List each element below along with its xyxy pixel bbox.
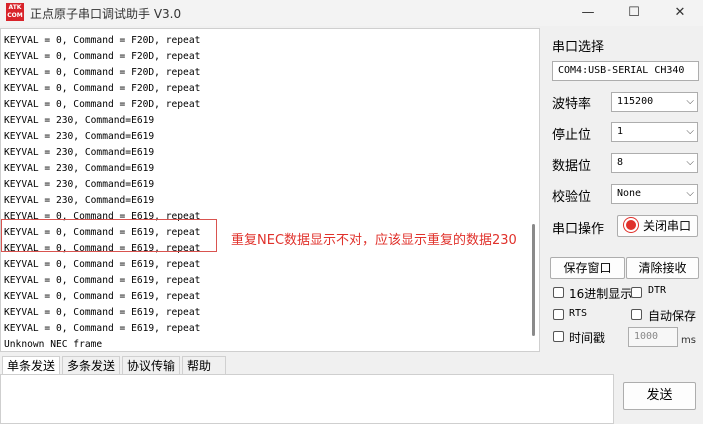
app-logo: ATK COM: [6, 3, 24, 21]
receive-line: KEYVAL = 230, Command=E619: [4, 179, 155, 190]
close-port-label: 关闭串口: [642, 219, 691, 233]
baud-select[interactable]: 115200 ⌵: [611, 92, 698, 112]
auto-save-label: 自动保存: [648, 309, 697, 323]
chevron-down-icon: ⌵: [686, 188, 694, 199]
chevron-down-icon: ⌵: [686, 126, 694, 137]
parity-select[interactable]: None ⌵: [611, 184, 698, 204]
receive-line: KEYVAL = 230, Command=E619: [4, 163, 155, 174]
chevron-down-icon: ⌵: [686, 157, 694, 168]
baud-value: 115200: [617, 96, 654, 107]
receive-area[interactable]: KEYVAL = 0, Command = F20D, repeat KEYVA…: [0, 28, 540, 352]
receive-line: KEYVAL = 0, Command = E619, repeat: [4, 291, 201, 302]
tab-help[interactable]: 帮助: [182, 356, 226, 374]
vertical-scrollbar[interactable]: [532, 224, 535, 336]
receive-line: KEYVAL = 230, Command=E619: [4, 195, 155, 206]
interval-unit: ms: [681, 335, 696, 346]
receive-line: KEYVAL = 0, Command = F20D, repeat: [4, 83, 201, 94]
settings-panel: 串口选择 COM4:USB-SERIAL CH340 波特率 115200 ⌵ …: [544, 28, 703, 424]
annotation-text: 重复NEC数据显示不对，应该显示重复的数据230: [231, 233, 517, 248]
timestamp-label: 时间戳: [569, 331, 606, 345]
minimize-button[interactable]: —: [565, 0, 611, 26]
receive-line: KEYVAL = 0, Command = E619, repeat: [4, 275, 201, 286]
receive-line: Unknown NEC frame: [4, 339, 103, 350]
dtr-label: DTR: [648, 285, 667, 296]
receive-lines: KEYVAL = 0, Command = F20D, repeat KEYVA…: [4, 33, 201, 351]
receive-line: KEYVAL = 230, Command=E619: [4, 131, 155, 142]
receive-line: KEYVAL = 0, Command = F20D, repeat: [4, 35, 201, 46]
close-port-button[interactable]: 关闭串口: [617, 215, 698, 237]
hex-display-label: 16进制显示: [569, 287, 633, 301]
tab-multi-send[interactable]: 多条发送: [62, 356, 120, 374]
port-select[interactable]: COM4:USB-SERIAL CH340: [552, 61, 699, 81]
tab-protocol[interactable]: 协议传输: [122, 356, 180, 374]
title-bar: ATK COM 正点原子串口调试助手 V3.0 — ☐ ✕: [0, 0, 703, 26]
stop-bits-value: 1: [617, 126, 624, 137]
receive-line: KEYVAL = 0, Command = F20D, repeat: [4, 51, 201, 62]
annotation-box: [1, 219, 217, 252]
receive-line: KEYVAL = 0, Command = E619, repeat: [4, 323, 201, 334]
maximize-button[interactable]: ☐: [611, 0, 657, 26]
stop-bits-select[interactable]: 1 ⌵: [611, 122, 698, 142]
stop-bits-label: 停止位: [552, 128, 592, 143]
clear-receive-button[interactable]: 清除接收: [626, 257, 699, 279]
rts-label: RTS: [569, 308, 588, 319]
record-icon: [623, 218, 638, 232]
timestamp-interval-input[interactable]: 1000: [628, 327, 678, 347]
data-bits-label: 数据位: [552, 159, 592, 174]
hex-display-checkbox[interactable]: [553, 287, 564, 298]
dtr-checkbox[interactable]: [631, 287, 642, 298]
receive-line: KEYVAL = 0, Command = F20D, repeat: [4, 99, 201, 110]
data-bits-select[interactable]: 8 ⌵: [611, 153, 698, 173]
window-title: 正点原子串口调试助手 V3.0: [30, 7, 182, 21]
parity-value: None: [617, 188, 642, 199]
chevron-down-icon: ⌵: [686, 96, 694, 107]
port-value: COM4:USB-SERIAL CH340: [558, 65, 685, 76]
receive-line: KEYVAL = 0, Command = F20D, repeat: [4, 67, 201, 78]
interval-value: 1000: [634, 331, 659, 342]
receive-line: KEYVAL = 230, Command=E619: [4, 115, 155, 126]
port-operation-label: 串口操作: [552, 222, 605, 237]
baud-label: 波特率: [552, 97, 592, 112]
data-bits-value: 8: [617, 157, 624, 168]
close-button[interactable]: ✕: [657, 0, 703, 26]
send-input[interactable]: [0, 374, 614, 424]
parity-label: 校验位: [552, 190, 592, 205]
receive-line: KEYVAL = 230, Command=E619: [4, 147, 155, 158]
receive-line: KEYVAL = 0, Command = E619, repeat: [4, 259, 201, 270]
save-window-button[interactable]: 保存窗口: [550, 257, 625, 279]
rts-checkbox[interactable]: [553, 309, 564, 320]
send-button[interactable]: 发送: [623, 382, 696, 410]
auto-save-checkbox[interactable]: [631, 309, 642, 320]
tab-single-send[interactable]: 单条发送: [2, 356, 60, 374]
timestamp-checkbox[interactable]: [553, 331, 564, 342]
port-label: 串口选择: [552, 40, 605, 55]
receive-line: KEYVAL = 0, Command = E619, repeat: [4, 307, 201, 318]
